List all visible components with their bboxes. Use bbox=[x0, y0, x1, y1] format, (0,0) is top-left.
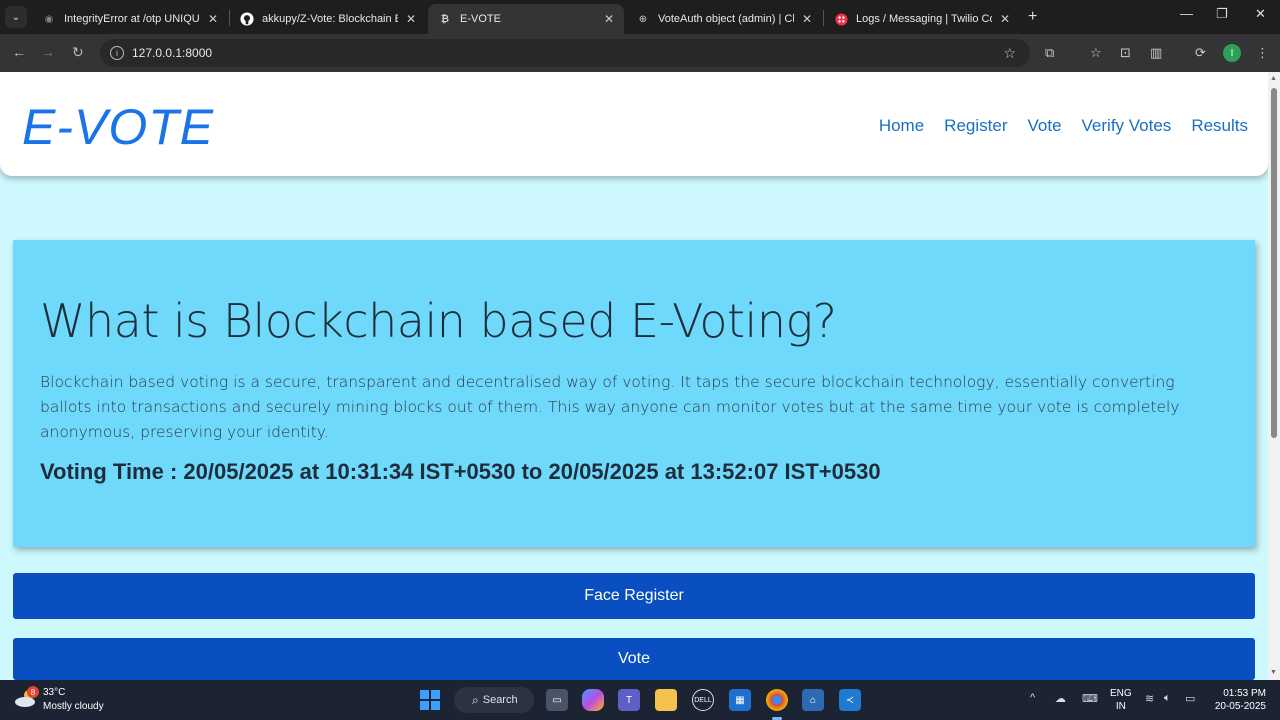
windows-taskbar: 8 33°C Mostly cloudy ⌕ Search ▭ T DELL ▦… bbox=[0, 680, 1280, 720]
hero-panel: What is Blockchain based E-Voting? Block… bbox=[13, 240, 1255, 547]
tab-search-button[interactable]: ⌄ bbox=[5, 6, 27, 28]
taskbar-search[interactable]: ⌕ Search bbox=[454, 687, 534, 713]
forward-icon[interactable]: → bbox=[41, 44, 55, 60]
volume-icon[interactable]: 🔈︎ bbox=[1164, 692, 1171, 705]
file-explorer-icon[interactable] bbox=[655, 689, 677, 711]
main-nav: Home Register Vote Verify Votes Results bbox=[879, 116, 1248, 136]
twilio-icon bbox=[834, 12, 848, 26]
weather-temperature: 33°C bbox=[43, 687, 66, 698]
performance-icon[interactable]: ⟳ bbox=[1195, 45, 1206, 61]
close-icon[interactable]: ✕ bbox=[208, 12, 218, 26]
cloud-sync-icon[interactable]: ☁ bbox=[1055, 692, 1066, 705]
tab-voteauth[interactable]: ⊕ VoteAuth object (admin) | Chan ✕ bbox=[626, 4, 822, 34]
address-bar[interactable]: i 127.0.0.1:8000 ☆ bbox=[100, 39, 1030, 67]
store-icon[interactable]: ▦ bbox=[729, 689, 751, 711]
favorites-icon[interactable]: ☆ bbox=[1090, 45, 1102, 61]
chrome-icon[interactable] bbox=[766, 689, 788, 711]
site-info-icon[interactable]: i bbox=[110, 46, 124, 60]
nav-register[interactable]: Register bbox=[944, 116, 1007, 136]
close-icon[interactable]: ✕ bbox=[1000, 12, 1010, 26]
globe-icon: ⊕ bbox=[638, 13, 648, 25]
nav-vote[interactable]: Vote bbox=[1027, 116, 1061, 136]
site-header: E-VOTE Home Register Vote Verify Votes R… bbox=[0, 72, 1268, 176]
tab-title: Logs / Messaging | Twilio Conso bbox=[856, 13, 992, 25]
new-tab-button[interactable]: + bbox=[1028, 8, 1037, 26]
system-clock[interactable]: 01:53 PM 20-05-2025 bbox=[1210, 687, 1266, 713]
github-icon bbox=[240, 12, 254, 26]
django-icon: ◉ bbox=[44, 13, 54, 25]
tab-title: akkupy/Z-Vote: Blockchain Base bbox=[262, 13, 398, 25]
bookmark-star-icon[interactable]: ☆ bbox=[1003, 45, 1016, 62]
language-indicator[interactable]: ENG IN bbox=[1110, 687, 1132, 713]
browser-toolbar: ← → ↻ i 127.0.0.1:8000 ☆ ⧉ ☆ ⊡ ▥ ⟳ ⋮ bbox=[0, 34, 1280, 72]
tab-twilio[interactable]: Logs / Messaging | Twilio Conso ✕ bbox=[824, 4, 1020, 34]
page-scrollbar[interactable]: ▲ ▼ bbox=[1268, 72, 1280, 680]
task-view-icon[interactable]: ▭ bbox=[546, 689, 568, 711]
reload-icon[interactable]: ↻ bbox=[72, 44, 84, 61]
nav-results[interactable]: Results bbox=[1191, 116, 1248, 136]
profile-initial: I bbox=[1230, 47, 1234, 59]
face-register-button[interactable]: Face Register bbox=[13, 573, 1255, 619]
tab-title: IntegrityError at /otp UNIQUE c bbox=[64, 13, 200, 25]
tab-integrity-error[interactable]: ◉ IntegrityError at /otp UNIQUE c ✕ bbox=[32, 4, 228, 34]
dell-icon[interactable]: DELL bbox=[692, 689, 714, 711]
url-text: 127.0.0.1:8000 bbox=[132, 46, 213, 60]
vscode-icon[interactable]: ≺ bbox=[839, 689, 861, 711]
tab-evote[interactable]: ₿ E-VOTE ✕ bbox=[428, 4, 624, 34]
close-icon[interactable]: ✕ bbox=[802, 12, 812, 26]
tab-title: E-VOTE bbox=[460, 13, 501, 25]
hero-description: Blockchain based voting is a secure, tra… bbox=[40, 373, 1180, 441]
scroll-up-icon[interactable]: ▲ bbox=[1270, 75, 1277, 82]
back-icon[interactable]: ← bbox=[12, 44, 26, 60]
tab-github[interactable]: akkupy/Z-Vote: Blockchain Base ✕ bbox=[230, 4, 426, 34]
scrollbar-thumb[interactable] bbox=[1271, 88, 1277, 438]
weather-badge: 8 bbox=[27, 686, 39, 698]
window-close-icon[interactable]: ✕ bbox=[1255, 6, 1266, 22]
close-icon[interactable]: ✕ bbox=[604, 12, 614, 26]
clock-date: 20-05-2025 bbox=[1214, 701, 1266, 712]
nav-verify-votes[interactable]: Verify Votes bbox=[1082, 116, 1172, 136]
hero-heading: What is Blockchain based E-Voting? bbox=[40, 294, 837, 348]
site-logo[interactable]: E-VOTE bbox=[22, 98, 214, 156]
voting-time: Voting Time : 20/05/2025 at 10:31:34 IST… bbox=[40, 459, 881, 484]
search-icon: ⌕ bbox=[472, 692, 479, 707]
close-icon[interactable]: ✕ bbox=[406, 12, 416, 26]
page-viewport: E-VOTE Home Register Vote Verify Votes R… bbox=[0, 72, 1268, 680]
restore-icon[interactable]: ❐ bbox=[1216, 6, 1228, 22]
vote-button[interactable]: Vote bbox=[13, 638, 1255, 680]
keyboard-icon[interactable]: ⌨ bbox=[1082, 692, 1098, 705]
windows-start-icon[interactable] bbox=[419, 689, 441, 711]
lang-code: ENG bbox=[1110, 688, 1132, 699]
extensions-icon[interactable]: ⧉ bbox=[1045, 45, 1054, 61]
search-label: Search bbox=[482, 694, 518, 706]
show-hidden-icons[interactable]: ^ bbox=[1030, 692, 1035, 704]
weather-description: Mostly cloudy bbox=[43, 701, 104, 712]
bitcoin-icon: ₿ bbox=[440, 13, 450, 25]
profile-avatar[interactable]: I bbox=[1223, 44, 1241, 62]
nav-home[interactable]: Home bbox=[879, 116, 924, 136]
battery-icon[interactable]: ▭ bbox=[1185, 692, 1195, 705]
wifi-icon[interactable]: ≋ bbox=[1145, 692, 1154, 705]
clock-time: 01:53 PM bbox=[1223, 688, 1266, 699]
copilot-icon[interactable] bbox=[582, 689, 604, 711]
lang-region: IN bbox=[1115, 701, 1126, 712]
minimize-icon[interactable]: — bbox=[1180, 6, 1193, 21]
browser-tab-bar: ⌄ ◉ IntegrityError at /otp UNIQUE c ✕ ak… bbox=[0, 0, 1280, 34]
network-app-icon[interactable]: ⌂ bbox=[802, 689, 824, 711]
reading-mode-icon[interactable]: ▥ bbox=[1150, 45, 1162, 61]
screenshot-icon[interactable]: ⊡ bbox=[1120, 45, 1131, 61]
scroll-down-icon[interactable]: ▼ bbox=[1270, 669, 1277, 676]
menu-icon[interactable]: ⋮ bbox=[1256, 45, 1269, 61]
teams-icon[interactable]: T bbox=[618, 689, 640, 711]
tab-title: VoteAuth object (admin) | Chan bbox=[658, 13, 794, 25]
